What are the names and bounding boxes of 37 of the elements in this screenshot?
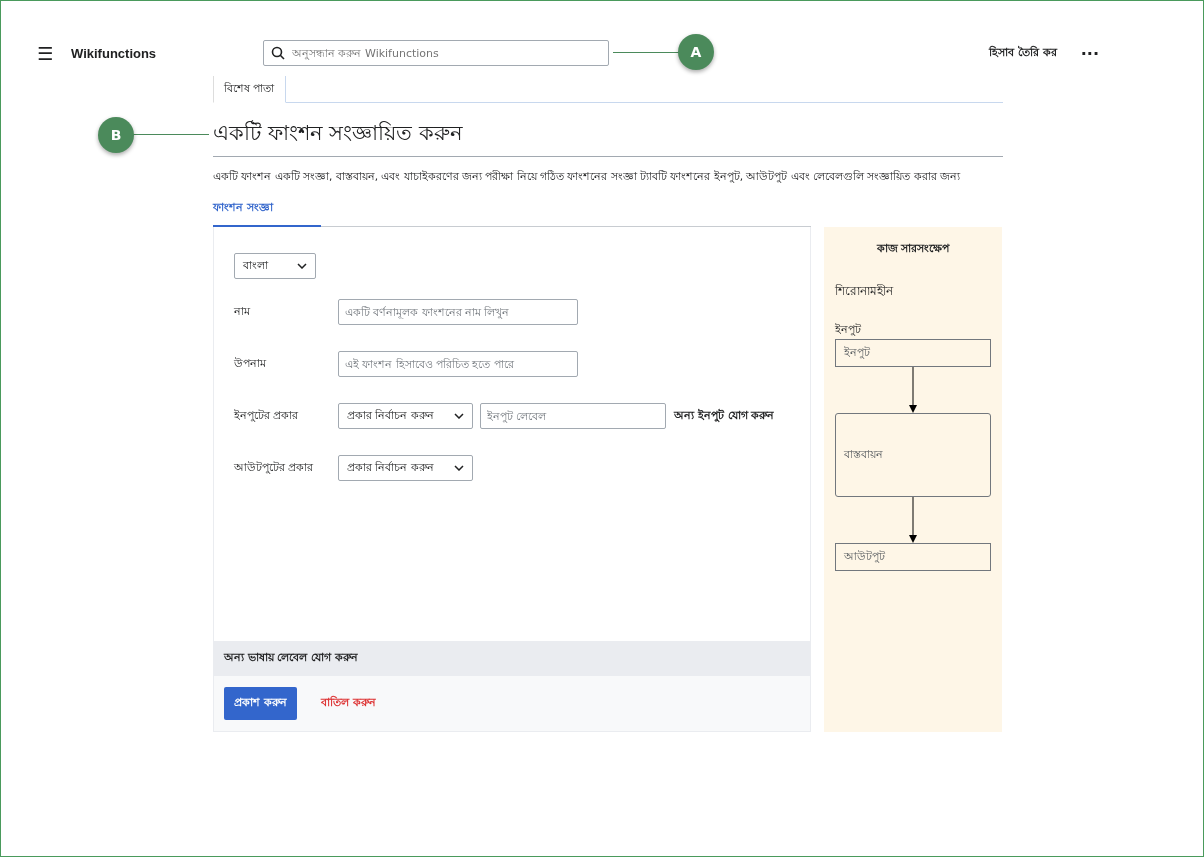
output-node: আউটপুট (835, 543, 991, 571)
text-field[interactable]: ইনপুট লেবেল (480, 403, 666, 429)
site-logo[interactable]: Wikifunctions (71, 45, 263, 61)
create-account-link[interactable]: হিসাব তৈরি কর (989, 43, 1057, 63)
field-label: উপনাম (234, 355, 267, 372)
field-label: নাম (234, 303, 251, 320)
cancel-button[interactable]: বাতিল করুন (310, 687, 386, 720)
chevron-icon (454, 465, 464, 471)
type-select[interactable]: প্রকার নির্বাচন করুন (338, 403, 473, 429)
intro-text: একটি ফাংশন একটি সংজ্ঞা, বাস্তবায়ন, এবং যাচাইকরণের জন্য পরীক্ষা নিয়ে গঠিত ফাংশনের সংজ্ঞা ট্যাবটি ফাংশনের ইনপুট, আউটপুট এবং লেবেলগুলি সংজ্ঞায়িত করার জন্য (213, 169, 962, 184)
text-field[interactable]: এই ফাংশন হিসাবেও পরিচিত হতে পারে (338, 351, 578, 377)
inputs-label: ইনপুট (835, 322, 862, 338)
more-button[interactable]: ··· (1080, 43, 1099, 63)
add-input-link[interactable]: অন্য ইনপুট যোগ করুন (674, 406, 775, 426)
summary-title: কাজ সারসংক্ষেপ (876, 241, 950, 256)
search-field[interactable]: অনুসন্ধান করুন Wikifunctions (263, 40, 609, 66)
arrow-icon (908, 367, 918, 413)
publish-button[interactable]: প্রকাশ করুন (224, 687, 297, 720)
form-tab[interactable]: ফাংশন সংজ্ঞা (213, 194, 321, 227)
page-tab[interactable]: বিশেষ পাতা (213, 76, 286, 103)
implementation-node: বাস্তবায়ন (835, 413, 991, 497)
field-label: ইনপুটের প্রকার (234, 407, 300, 424)
arrow-icon (908, 497, 918, 543)
menu-button[interactable]: ☰ (37, 42, 71, 64)
function-name: শিরোনামহীন (835, 283, 895, 300)
chevron-icon (454, 413, 464, 419)
page-title: একটি ফাংশন সংজ্ঞায়িত করুন (213, 117, 1003, 157)
other-languages-bar[interactable]: অন্য ভাষায় লেবেল যোগ করুন (214, 641, 810, 676)
text-field[interactable]: একটি বর্ণনামূলক ফাংশনের নাম লিখুন (338, 299, 578, 325)
field-label: আউটপুটের প্রকার (234, 459, 315, 476)
callout-badge: B (98, 117, 134, 153)
chevron-icon (297, 263, 307, 269)
callout-badge: A (678, 34, 714, 70)
type-select[interactable]: প্রকার নির্বাচন করুন (338, 455, 473, 481)
language-select[interactable]: বাংলা (234, 253, 316, 279)
input-node: ইনপুট (835, 339, 991, 367)
search-icon (271, 46, 285, 60)
